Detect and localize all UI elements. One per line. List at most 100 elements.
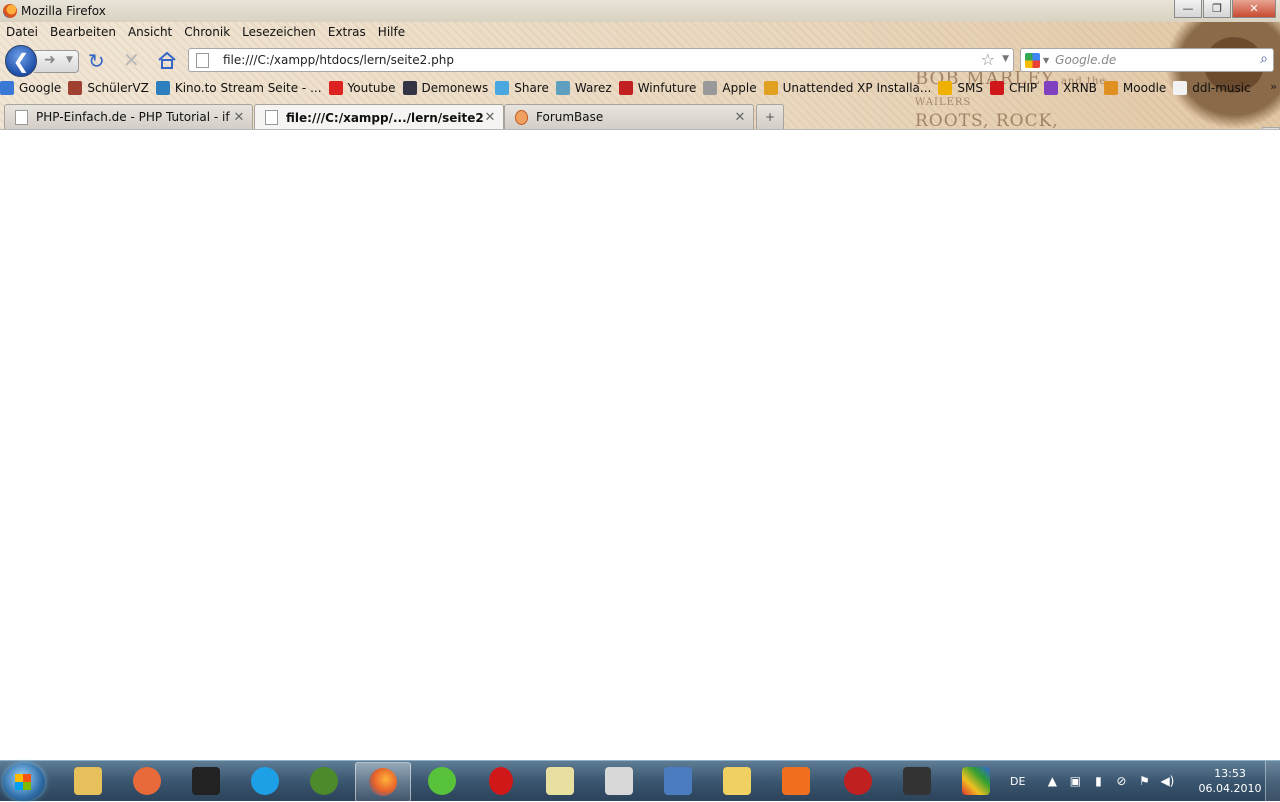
stop-icon[interactable]: ✕ (123, 48, 140, 72)
bookmark-warez[interactable]: Warez (555, 81, 612, 95)
url-dropdown-icon[interactable]: ▼ (1002, 54, 1009, 64)
taskbar-pictures[interactable] (650, 762, 706, 800)
taskbar-paint[interactable] (948, 762, 1004, 800)
taskbar-folder[interactable] (709, 762, 765, 800)
tab-close-icon[interactable]: ✕ (483, 110, 497, 125)
bookmarks-overflow-chevron[interactable]: » (1270, 80, 1277, 93)
chip-icon (989, 81, 1004, 95)
show-desktop-button[interactable] (1265, 761, 1280, 801)
bookmark-star-icon[interactable]: ☆ (981, 50, 995, 69)
taskbar-connect[interactable] (830, 762, 886, 800)
notepad-icon (605, 767, 633, 795)
taskbar-xampp[interactable] (768, 762, 824, 800)
google-icon (0, 81, 14, 95)
youtube-icon (328, 81, 343, 95)
taskbar-explorer[interactable] (60, 762, 116, 800)
menu-extras[interactable]: Extras (322, 25, 372, 39)
alarm-icon (133, 767, 161, 795)
new-tab-button[interactable]: + (756, 104, 784, 129)
bookmark-schuelervz[interactable]: SchülerVZ (68, 81, 149, 95)
bookmark-apple[interactable]: Apple (703, 81, 757, 95)
url-text[interactable]: file:///C:/xampp/htdocs/lern/seite2.php (223, 53, 454, 67)
page-icon (265, 110, 278, 125)
bookmark-kinoto[interactable]: Kino.to Stream Seite - ... (155, 81, 322, 95)
search-input[interactable]: Google.de (1055, 53, 1116, 67)
paint-icon (962, 767, 990, 795)
volume-icon[interactable]: ◀) (1160, 774, 1174, 788)
taskbar-quicktime[interactable] (296, 762, 352, 800)
taskbar-alarm[interactable] (119, 762, 175, 800)
search-engine-dropdown-icon[interactable]: ▼ (1043, 56, 1049, 65)
tab-php-einfach[interactable]: PHP-Einfach.de - PHP Tutorial - if ... ✕ (4, 104, 253, 129)
bookmark-xrnb[interactable]: XRNB (1044, 81, 1097, 95)
minimize-button[interactable]: — (1174, 0, 1202, 18)
bookmark-demonews[interactable]: Demonews (402, 81, 488, 95)
menu-bar: Datei Bearbeiten Ansicht Chronik Lesezei… (0, 22, 411, 42)
taskbar-winamp[interactable] (889, 762, 945, 800)
reload-icon[interactable]: ↻ (88, 49, 105, 73)
home-icon[interactable] (157, 50, 177, 70)
bookmark-sms[interactable]: SMS (938, 81, 983, 95)
antivirus-icon[interactable]: ⊘ (1114, 774, 1128, 788)
back-button[interactable]: ❮ (5, 45, 37, 77)
page-icon (1173, 81, 1188, 95)
sms-icon (938, 81, 953, 95)
close-button[interactable]: ✕ (1232, 0, 1276, 18)
search-bar[interactable]: ▼ Google.de ⌕ (1020, 48, 1274, 72)
menu-lesezeichen[interactable]: Lesezeichen (236, 25, 322, 39)
menu-ansicht[interactable]: Ansicht (122, 25, 178, 39)
bookmark-chip[interactable]: CHIP (989, 81, 1037, 95)
bookmark-unattended-xp[interactable]: Unattended XP Installa... (763, 81, 931, 95)
menu-datei[interactable]: Datei (0, 25, 44, 39)
clock[interactable]: 13:53 06.04.2010 (1195, 766, 1265, 796)
language-indicator[interactable]: DE (1010, 775, 1025, 788)
tab-seite2[interactable]: file:///C:/xampp/.../lern/seite2.php ✕ (254, 104, 504, 130)
taskbar: DE ▲ ▣ ▮ ⊘ ⚑ ◀) 13:53 06.04.2010 (0, 760, 1280, 802)
tray-expand-icon[interactable]: ▲ (1045, 774, 1059, 788)
network-adapter-icon[interactable]: ▣ (1068, 774, 1082, 788)
history-dropdown-icon[interactable]: ▼ (66, 55, 73, 65)
bookmark-google[interactable]: Google (0, 81, 61, 95)
demonews-icon (402, 81, 417, 95)
taskbar-texniccenter[interactable] (532, 762, 588, 800)
menu-bearbeiten[interactable]: Bearbeiten (44, 25, 122, 39)
taskbar-icq[interactable] (414, 762, 470, 800)
bookmark-youtube[interactable]: Youtube (328, 81, 396, 95)
signal-strength-icon[interactable]: ▮ (1091, 774, 1105, 788)
winamp-icon (903, 767, 931, 795)
system-tray: DE ▲ ▣ ▮ ⊘ ⚑ ◀) (1010, 761, 1183, 801)
tab-close-icon[interactable]: ✕ (733, 110, 747, 125)
google-icon[interactable] (1025, 52, 1040, 68)
menu-hilfe[interactable]: Hilfe (372, 25, 411, 39)
bookmark-ddl-music[interactable]: ddl-music (1173, 81, 1251, 95)
search-icon[interactable]: ⌕ (1260, 51, 1268, 67)
tab-label: file:///C:/xampp/.../lern/seite2.php (286, 110, 483, 125)
bookmarks-toolbar: Google SchülerVZ Kino.to Stream Seite - … (0, 77, 1280, 99)
tab-forumbase[interactable]: ForumBase ✕ (504, 104, 754, 129)
moodle-icon (1103, 81, 1118, 95)
url-bar[interactable]: file:///C:/xampp/htdocs/lern/seite2.php … (188, 48, 1014, 72)
title-bar: Mozilla Firefox — ❐ ✕ (0, 0, 1280, 22)
bookmark-share[interactable]: Share (495, 81, 549, 95)
firefox-icon (369, 768, 397, 796)
forward-button[interactable]: ➜ ▼ (34, 50, 79, 73)
action-center-flag-icon[interactable]: ⚑ (1137, 774, 1151, 788)
start-button[interactable] (3, 763, 45, 801)
maximize-button[interactable]: ❐ (1203, 0, 1231, 18)
bookmark-winfuture[interactable]: Winfuture (618, 81, 696, 95)
forumbase-icon (515, 109, 528, 125)
taskbar-media-player[interactable] (178, 762, 234, 800)
bookmark-moodle[interactable]: Moodle (1103, 81, 1166, 95)
pictures-icon (664, 767, 692, 795)
tab-close-icon[interactable]: ✕ (232, 110, 246, 125)
taskbar-skype[interactable] (237, 762, 293, 800)
txc-icon (546, 767, 574, 795)
taskbar-notepad[interactable] (591, 762, 647, 800)
winfuture-icon (618, 81, 633, 95)
taskbar-firefox[interactable] (355, 762, 411, 802)
firefox-icon (3, 4, 17, 18)
taskbar-opera[interactable] (473, 762, 529, 800)
warez-icon (555, 81, 570, 95)
menu-chronik[interactable]: Chronik (178, 25, 236, 39)
navigation-bar: ➜ ▼ ❮ ↻ ✕ file:///C:/xampp/htdocs/lern/s… (0, 44, 1280, 77)
